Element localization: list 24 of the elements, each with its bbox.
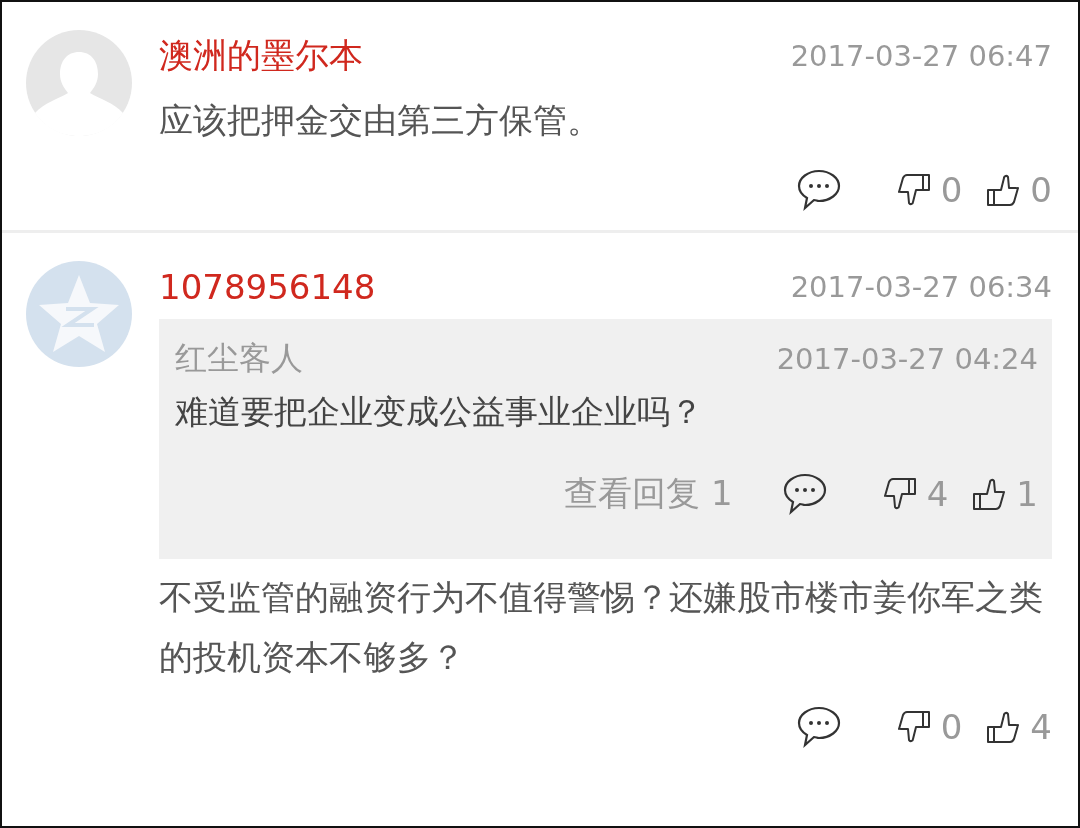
comment-text: 难道要把企业变成公益事业企业吗？	[175, 391, 704, 433]
comment-icon[interactable]	[782, 473, 827, 515]
thumbs-up-icon[interactable]	[986, 710, 1021, 744]
dislike-count: 0	[940, 707, 963, 747]
thumbs-up-icon[interactable]	[986, 173, 1021, 207]
timestamp: 2017-03-27 06:34	[790, 270, 1052, 304]
comment-text: 应该把押金交由第三方保管。	[159, 99, 602, 142]
user-name[interactable]: 澳洲的墨尔本	[159, 33, 363, 79]
user-name[interactable]: 1078956148	[159, 267, 376, 307]
like-count: 4	[1030, 707, 1052, 747]
dislike-count: 0	[940, 170, 963, 210]
timestamp: 2017-03-27 04:24	[776, 342, 1038, 376]
like-count: 1	[1016, 474, 1038, 514]
thumbs-down-icon[interactable]	[896, 710, 931, 744]
comment-text: 不受监管的融资行为不值得警惕？还嫌股市楼市姜你军之类的投机资本不够多？	[159, 576, 1044, 679]
comment-icon[interactable]	[796, 169, 841, 211]
thumbs-down-icon[interactable]	[882, 477, 917, 511]
comment-icon[interactable]	[796, 706, 841, 748]
dislike-count: 4	[926, 474, 949, 514]
timestamp: 2017-03-27 06:47	[790, 39, 1052, 73]
thumbs-down-icon[interactable]	[896, 173, 931, 207]
avatar-silhouette-icon	[26, 30, 132, 136]
thumbs-up-icon[interactable]	[972, 477, 1007, 511]
like-count: 0	[1030, 170, 1052, 210]
